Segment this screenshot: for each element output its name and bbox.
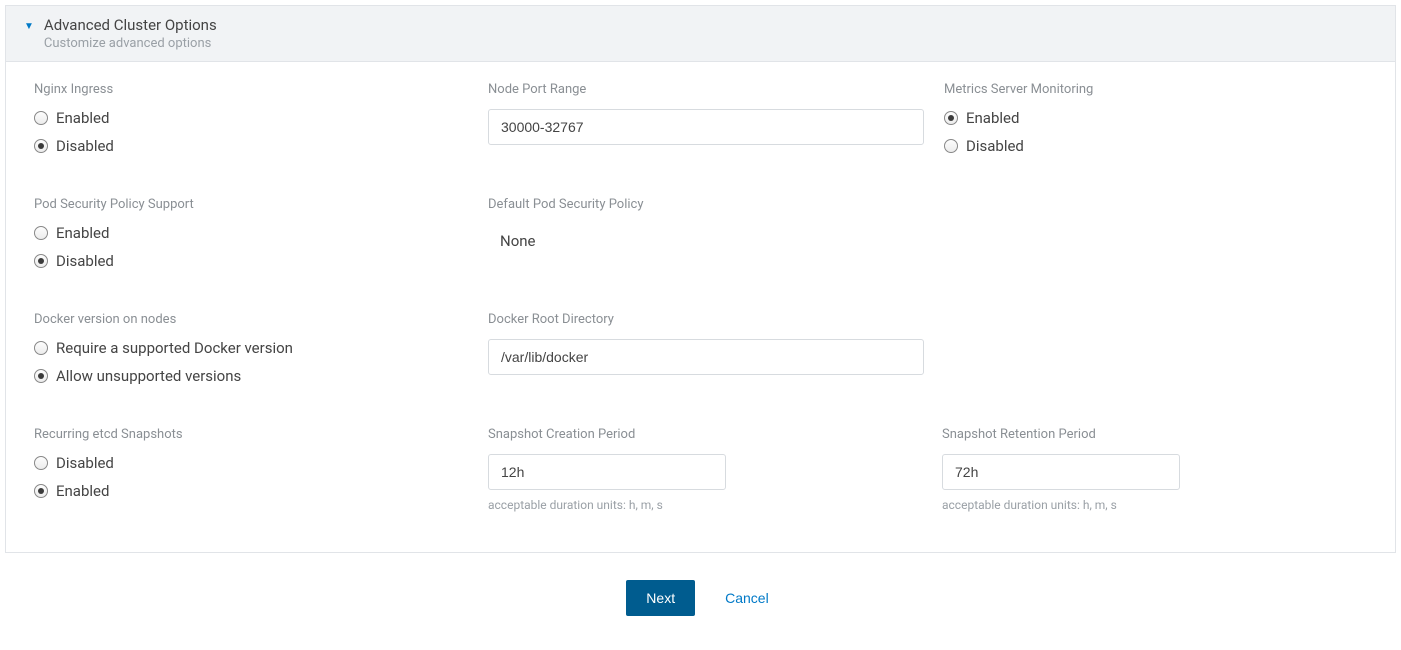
panel-subtitle: Customize advanced options [44,36,217,51]
snapshot-retention-input[interactable] [942,454,1180,490]
panel-body: Nginx Ingress Enabled Disabled Node Port… [6,62,1395,552]
radio-label: Disabled [56,454,114,472]
metrics-disabled-radio[interactable]: Disabled [944,137,1378,155]
snapshot-retention-hint: acceptable duration units: h, m, s [942,498,1376,512]
radio-icon [34,341,48,355]
radio-icon [944,111,958,125]
nginx-ingress-label: Nginx Ingress [34,82,468,97]
radio-icon [34,456,48,470]
radio-label: Require a supported Docker version [56,339,293,357]
footer-actions: Next Cancel [0,558,1401,638]
radio-label: Disabled [56,137,114,155]
node-port-range-input[interactable] [488,109,924,145]
cancel-button[interactable]: Cancel [719,589,775,607]
nginx-ingress-disabled-radio[interactable]: Disabled [34,137,468,155]
snapshot-creation-label: Snapshot Creation Period [488,427,922,442]
docker-root-label: Docker Root Directory [488,312,924,327]
panel-title: Advanced Cluster Options [44,16,217,34]
radio-label: Enabled [56,109,109,127]
radio-label: Disabled [56,252,114,270]
snapshot-retention-label: Snapshot Retention Period [942,427,1376,442]
pod-security-disabled-radio[interactable]: Disabled [34,252,468,270]
radio-icon [34,254,48,268]
etcd-enabled-radio[interactable]: Enabled [34,482,468,500]
next-button[interactable]: Next [626,580,695,616]
radio-icon [944,139,958,153]
radio-icon [34,139,48,153]
docker-allow-radio[interactable]: Allow unsupported versions [34,367,468,385]
docker-version-label: Docker version on nodes [34,312,468,327]
pod-security-enabled-radio[interactable]: Enabled [34,224,468,242]
nginx-ingress-enabled-radio[interactable]: Enabled [34,109,468,127]
radio-icon [34,111,48,125]
metrics-server-label: Metrics Server Monitoring [944,82,1378,97]
etcd-snapshots-label: Recurring etcd Snapshots [34,427,468,442]
snapshot-creation-hint: acceptable duration units: h, m, s [488,498,922,512]
etcd-disabled-radio[interactable]: Disabled [34,454,468,472]
docker-root-input[interactable] [488,339,924,375]
radio-icon [34,369,48,383]
default-pod-security-label: Default Pod Security Policy [488,197,922,212]
metrics-enabled-radio[interactable]: Enabled [944,109,1378,127]
snapshot-creation-input[interactable] [488,454,726,490]
radio-label: Enabled [966,109,1019,127]
panel-header: ▼ Advanced Cluster Options Customize adv… [6,6,1395,62]
radio-label: Disabled [966,137,1024,155]
radio-icon [34,484,48,498]
default-pod-security-value: None [488,224,922,258]
collapse-caret-icon[interactable]: ▼ [24,21,34,32]
radio-label: Enabled [56,482,109,500]
radio-label: Allow unsupported versions [56,367,241,385]
advanced-cluster-panel: ▼ Advanced Cluster Options Customize adv… [5,5,1396,553]
pod-security-label: Pod Security Policy Support [34,197,468,212]
docker-require-radio[interactable]: Require a supported Docker version [34,339,468,357]
radio-icon [34,226,48,240]
radio-label: Enabled [56,224,109,242]
node-port-range-label: Node Port Range [488,82,924,97]
